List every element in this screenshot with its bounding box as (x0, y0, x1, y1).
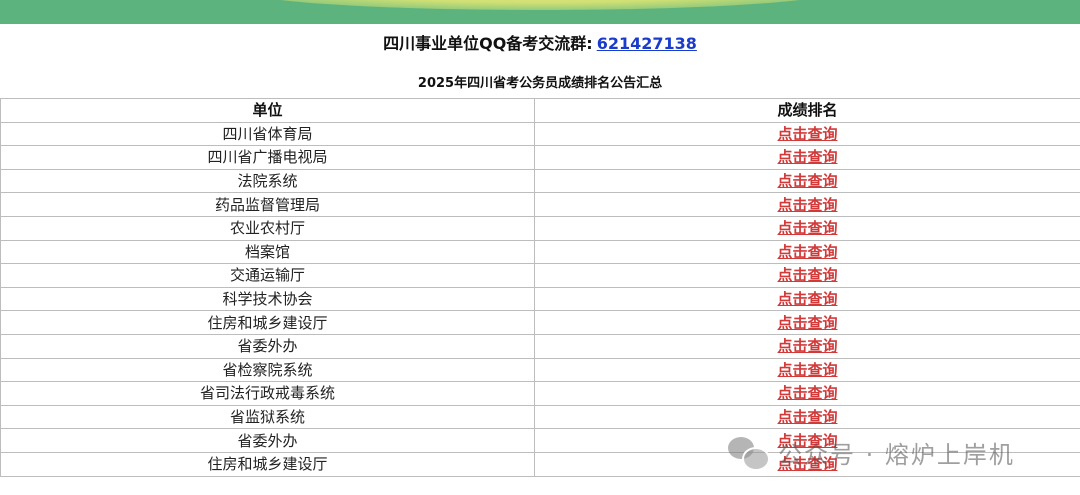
rank-cell: 点击查询 (534, 310, 1080, 335)
query-link[interactable]: 点击查询 (777, 172, 837, 190)
qq-group-number-link[interactable]: 621427138 (597, 34, 697, 53)
rank-cell: 点击查询 (534, 381, 1080, 406)
unit-cell: 住房和城乡建设厅 (0, 310, 535, 335)
table-row: 省检察院系统 点击查询 (0, 357, 1080, 383)
table-row: 交通运输厅 点击查询 (0, 263, 1080, 288)
table-row: 省委外办 点击查询 (0, 428, 1080, 453)
table-row: 住房和城乡建设厅 点击查询 (0, 310, 1080, 335)
unit-cell: 四川省体育局 (0, 121, 535, 147)
query-link[interactable]: 点击查询 (777, 361, 837, 379)
query-link[interactable]: 点击查询 (777, 337, 837, 355)
query-link[interactable]: 点击查询 (777, 314, 837, 332)
table-row: 四川省广播电视局 点击查询 (0, 145, 1080, 170)
rank-cell: 点击查询 (534, 215, 1080, 241)
rank-cell: 点击查询 (534, 333, 1080, 359)
unit-cell: 档案馆 (0, 239, 535, 265)
query-link[interactable]: 点击查询 (777, 455, 837, 473)
table-row: 省委外办 点击查询 (0, 333, 1080, 359)
table-row: 法院系统 点击查询 (0, 168, 1080, 194)
query-link[interactable]: 点击查询 (777, 196, 837, 214)
query-link[interactable]: 点击查询 (777, 219, 837, 237)
unit-cell: 法院系统 (0, 168, 535, 194)
header-rank: 成绩排名 (534, 98, 1080, 123)
unit-cell: 科学技术协会 (0, 286, 535, 312)
unit-cell: 四川省广播电视局 (0, 145, 535, 170)
banner-glow (240, 0, 840, 10)
unit-cell: 交通运输厅 (0, 263, 535, 288)
table-row: 农业农村厅 点击查询 (0, 215, 1080, 241)
ranking-table: 单位 成绩排名 四川省体育局 点击查询 四川省广播电视局 点击查询 法院系统 点击查询 药品… (0, 98, 1080, 477)
rank-cell: 点击查询 (534, 168, 1080, 194)
rank-cell: 点击查询 (534, 286, 1080, 312)
query-link[interactable]: 点击查询 (777, 125, 837, 143)
unit-cell: 农业农村厅 (0, 215, 535, 241)
unit-cell: 省委外办 (0, 428, 535, 453)
query-link[interactable]: 点击查询 (777, 266, 837, 284)
query-link[interactable]: 点击查询 (777, 290, 837, 308)
rank-cell: 点击查询 (534, 239, 1080, 265)
unit-cell: 省司法行政戒毒系统 (0, 381, 535, 406)
top-banner (0, 0, 1080, 24)
rank-cell: 点击查询 (534, 263, 1080, 288)
table-row: 档案馆 点击查询 (0, 239, 1080, 265)
table-header-row: 单位 成绩排名 (0, 98, 1080, 123)
table-row: 四川省体育局 点击查询 (0, 121, 1080, 147)
unit-cell: 药品监督管理局 (0, 192, 535, 217)
header-unit: 单位 (0, 98, 535, 123)
unit-cell: 省监狱系统 (0, 404, 535, 430)
table-row: 科学技术协会 点击查询 (0, 286, 1080, 312)
rank-cell: 点击查询 (534, 192, 1080, 217)
query-link[interactable]: 点击查询 (777, 384, 837, 402)
table-row: 住房和城乡建设厅 点击查询 (0, 451, 1080, 477)
unit-cell: 省委外办 (0, 333, 535, 359)
rank-cell: 点击查询 (534, 145, 1080, 170)
rank-cell: 点击查询 (534, 121, 1080, 147)
table-row: 省监狱系统 点击查询 (0, 404, 1080, 430)
query-link[interactable]: 点击查询 (777, 408, 837, 426)
qq-group-label: 四川事业单位QQ备考交流群: (383, 34, 593, 53)
qq-group-line: 四川事业单位QQ备考交流群: 621427138 (0, 33, 1080, 55)
rank-cell: 点击查询 (534, 451, 1080, 477)
rank-cell: 点击查询 (534, 404, 1080, 430)
unit-cell: 住房和城乡建设厅 (0, 451, 535, 477)
query-link[interactable]: 点击查询 (777, 432, 837, 450)
page-subtitle: 2025年四川省考公务员成绩排名公告汇总 (417, 76, 663, 91)
rank-cell: 点击查询 (534, 428, 1080, 453)
rank-cell: 点击查询 (534, 357, 1080, 383)
table-row: 药品监督管理局 点击查询 (0, 192, 1080, 217)
table-row: 省司法行政戒毒系统 点击查询 (0, 381, 1080, 406)
query-link[interactable]: 点击查询 (777, 148, 837, 166)
unit-cell: 省检察院系统 (0, 357, 535, 383)
query-link[interactable]: 点击查询 (777, 243, 837, 261)
